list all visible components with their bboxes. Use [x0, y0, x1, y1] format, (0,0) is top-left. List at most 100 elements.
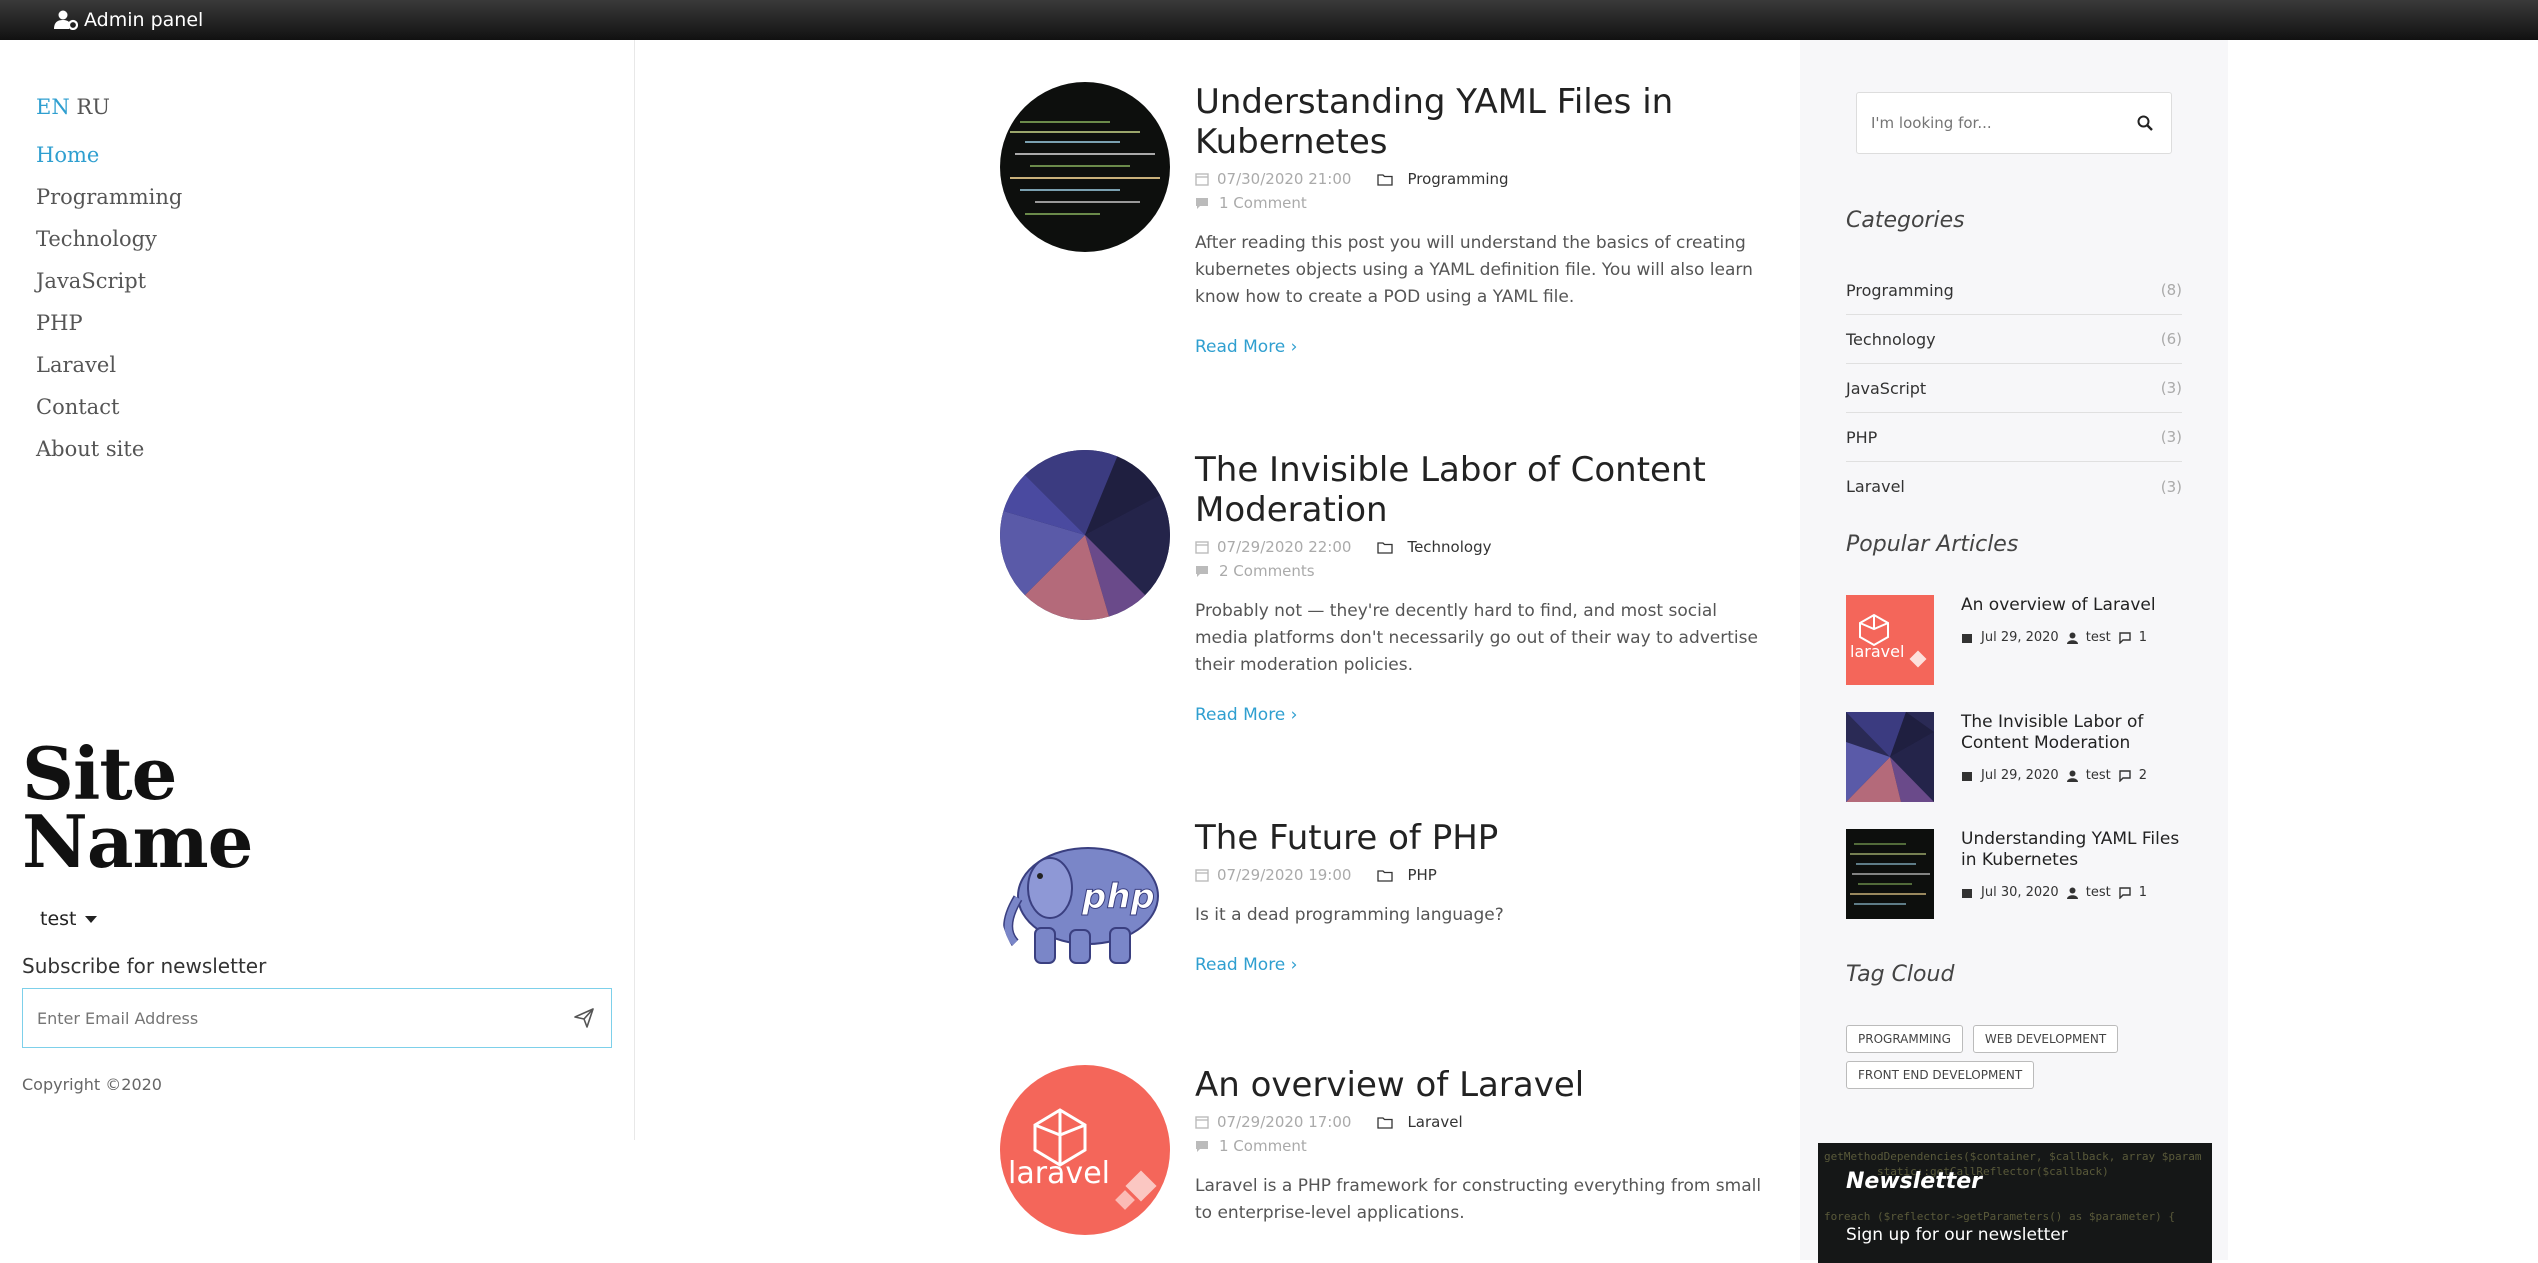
category-name: Laravel [1846, 477, 1905, 496]
category-count: (3) [2160, 428, 2182, 446]
post-excerpt: After reading this post you will underst… [1195, 233, 1753, 307]
read-more-link[interactable]: Read More › [1195, 337, 1297, 357]
site-name-line2: Name [22, 799, 253, 884]
post-excerpt: Probably not — they're decently hard to … [1195, 601, 1758, 675]
category-item[interactable]: Programming (8) [1846, 266, 2182, 315]
site-name-logo[interactable]: Site Name [22, 731, 253, 884]
nav-item-about[interactable]: About site [36, 428, 182, 470]
read-more-link[interactable]: Read More › [1195, 955, 1297, 975]
popular-article-thumbnail[interactable]: laravel [1846, 595, 1934, 685]
newsletter-widget: getMethodDependencies($container, $callb… [1818, 1143, 2212, 1263]
nav-item-technology[interactable]: Technology [36, 218, 182, 260]
comment-icon [1196, 197, 1208, 209]
popular-article-thumbnail[interactable] [1846, 829, 1934, 919]
popular-article[interactable]: laravel An overview of Laravel Jul 29, 2… [1846, 595, 2186, 687]
comment-icon [1196, 565, 1208, 577]
post-thumbnail[interactable] [1000, 450, 1170, 620]
category-item[interactable]: Laravel (3) [1846, 462, 2182, 511]
user-gear-icon [54, 10, 78, 30]
user-name: test [40, 908, 77, 930]
post-comments[interactable]: 1 Comment [1219, 194, 1307, 212]
popular-article-author: test [2085, 885, 2111, 900]
svg-text:php: php [1081, 877, 1155, 917]
lang-en[interactable]: EN [36, 95, 70, 119]
post-title[interactable]: The Future of PHP [1195, 818, 1765, 858]
email-input[interactable] [23, 989, 557, 1047]
nav-item-contact[interactable]: Contact [36, 386, 182, 428]
nav-item-home[interactable]: Home [36, 134, 182, 176]
post-comments[interactable]: 1 Comment [1219, 1137, 1307, 1155]
post-date: 07/29/2020 22:00 [1217, 538, 1352, 556]
folder-icon [1377, 173, 1394, 186]
tag-item[interactable]: PROGRAMMING [1846, 1025, 1963, 1053]
user-icon [2066, 887, 2078, 899]
category-item[interactable]: PHP (3) [1846, 413, 2182, 462]
category-item[interactable]: Technology (6) [1846, 315, 2182, 364]
category-name: PHP [1846, 427, 1878, 447]
main-nav: Home Programming Technology JavaScript P… [36, 134, 182, 470]
post-date: 07/29/2020 19:00 [1217, 866, 1352, 884]
category-count: (6) [2160, 330, 2182, 348]
subscribe-form [22, 988, 612, 1048]
nav-item-laravel[interactable]: Laravel [36, 344, 182, 386]
category-count: (8) [2160, 281, 2182, 299]
popular-article-title[interactable]: Understanding YAML Files in Kubernetes [1961, 829, 2186, 871]
post-category[interactable]: Laravel [1407, 1113, 1462, 1131]
post-thumbnail[interactable]: laravel [1000, 1065, 1170, 1235]
post-thumbnail[interactable] [1000, 82, 1170, 252]
popular-article[interactable]: The Invisible Labor of Content Moderatio… [1846, 712, 2186, 804]
post-title[interactable]: An overview of Laravel [1195, 1065, 1765, 1105]
popular-article-date: Jul 29, 2020 [1981, 630, 2059, 645]
post-category[interactable]: Programming [1407, 170, 1508, 188]
site-name-line1: Site [22, 731, 177, 816]
user-dropdown[interactable]: test [40, 908, 97, 930]
category-item[interactable]: JavaScript (3) [1846, 364, 2182, 413]
svg-text:laravel: laravel [1008, 1156, 1110, 1191]
comment-icon [2118, 631, 2131, 644]
subscribe-title: Subscribe for newsletter [22, 954, 267, 978]
read-more-label: Read More [1195, 337, 1286, 357]
read-more-link[interactable]: Read More › [1195, 705, 1297, 725]
category-name: Technology [1846, 329, 1936, 349]
folder-icon [1377, 1116, 1394, 1129]
calendar-icon [1962, 771, 1972, 781]
left-sidebar: EN RU Home Programming Technology JavaSc… [0, 40, 635, 1140]
popular-article-title[interactable]: The Invisible Labor of Content Moderatio… [1961, 712, 2186, 754]
post-category[interactable]: PHP [1407, 866, 1436, 884]
paper-plane-icon[interactable] [557, 1008, 611, 1028]
popular-article[interactable]: Understanding YAML Files in Kubernetes J… [1846, 829, 2186, 921]
comment-icon [1196, 1140, 1208, 1152]
folder-icon [1377, 869, 1394, 882]
popular-article-title[interactable]: An overview of Laravel [1961, 595, 2186, 616]
post-comments[interactable]: 2 Comments [1219, 562, 1315, 580]
popular-article-thumbnail[interactable] [1846, 712, 1934, 802]
post-excerpt: Is it a dead programming language? [1195, 905, 1504, 925]
nav-item-php[interactable]: PHP [36, 302, 182, 344]
categories-list: Programming (8) Technology (6) JavaScript (… [1846, 266, 2182, 511]
user-icon [2066, 632, 2078, 644]
category-name: JavaScript [1846, 378, 1927, 398]
nav-item-javascript[interactable]: JavaScript [36, 260, 182, 302]
tag-item[interactable]: WEB DEVELOPMENT [1972, 1025, 2119, 1053]
user-icon [2066, 770, 2078, 782]
folder-icon [1377, 541, 1394, 554]
popular-article-meta: Jul 29, 2020 test 2 [1961, 768, 2147, 783]
nav-item-programming[interactable]: Programming [36, 176, 182, 218]
tag-cloud: PROGRAMMING WEB DEVELOPMENT FRONT END DE… [1846, 1025, 2186, 1089]
popular-article-date: Jul 29, 2020 [1981, 768, 2059, 783]
post-title[interactable]: The Invisible Labor of Content Moderatio… [1195, 450, 1765, 530]
popular-article-comments: 1 [2138, 630, 2147, 645]
post-title[interactable]: Understanding YAML Files in Kubernetes [1195, 82, 1765, 162]
calendar-icon [1195, 173, 1209, 186]
newsletter-text: Sign up for our newsletter [1846, 1225, 2068, 1245]
tag-item[interactable]: FRONT END DEVELOPMENT [1846, 1061, 2035, 1089]
post-category[interactable]: Technology [1407, 538, 1491, 556]
search-input[interactable] [1857, 93, 2119, 153]
search-icon[interactable] [2119, 115, 2171, 131]
admin-panel-link[interactable]: Admin panel [54, 9, 203, 31]
comment-icon [2118, 886, 2131, 899]
post-excerpt: Laravel is a PHP framework for construct… [1195, 1176, 1762, 1223]
lang-ru[interactable]: RU [76, 95, 110, 119]
post-thumbnail[interactable]: php [1000, 818, 1170, 988]
categories-title: Categories [1846, 208, 1965, 233]
